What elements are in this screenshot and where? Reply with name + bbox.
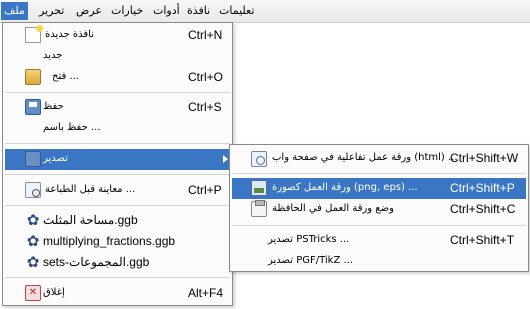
shortcut-label: Ctrl+N bbox=[188, 28, 223, 42]
menu-item-export-pgf-tikz[interactable]: تصدير PGF/TikZ ... bbox=[232, 251, 526, 272]
shortcut-label: Alt+F4 bbox=[188, 286, 224, 300]
menu-item-label: تصدير bbox=[43, 153, 69, 164]
menu-separator bbox=[5, 277, 230, 278]
open-folder-icon bbox=[25, 69, 41, 85]
menu-separator bbox=[5, 205, 230, 206]
menu-bar: ملف تحرير عرض خيارات أدوات نافذة تعليمات bbox=[0, 0, 530, 23]
new-window-icon bbox=[25, 25, 43, 43]
menu-item-label: sets-المجموعات.ggb bbox=[43, 255, 150, 269]
menu-item-label: معاينة قبل الطباعة ... bbox=[45, 184, 136, 195]
menu-item-close[interactable]: ✕ إغلاق Alt+F4 bbox=[5, 283, 230, 304]
menu-help[interactable]: تعليمات bbox=[216, 2, 257, 20]
menu-item-label: وضع ورقة العمل في الحافظة bbox=[272, 203, 394, 214]
menu-file[interactable]: ملف bbox=[1, 2, 28, 20]
menu-separator bbox=[5, 174, 230, 175]
menu-item-copy-clipboard[interactable]: وضع ورقة العمل في الحافظة Ctrl+Shift+C bbox=[232, 199, 526, 220]
menu-separator bbox=[5, 92, 230, 93]
menu-item-print-preview[interactable]: معاينة قبل الطباعة ... Ctrl+P bbox=[5, 180, 230, 201]
shortcut-label: Ctrl+Shift+P bbox=[450, 181, 515, 195]
menu-item-open[interactable]: فتح ... Ctrl+O bbox=[5, 67, 230, 88]
menu-item-label: multiplying_fractions.ggb bbox=[43, 234, 176, 248]
menu-item-label: تصدير PGF/TikZ ... bbox=[268, 255, 354, 266]
save-icon bbox=[25, 99, 41, 115]
print-preview-icon bbox=[25, 182, 41, 198]
menu-separator bbox=[232, 225, 526, 226]
geogebra-file-icon: ✿ bbox=[26, 211, 40, 229]
menu-item-export-image[interactable]: ورقة العمل كصورة (png, eps) ... Ctrl+Shi… bbox=[232, 178, 526, 199]
menu-item-label: حفظ bbox=[43, 101, 64, 112]
geogebra-file-icon: ✿ bbox=[26, 253, 40, 271]
shortcut-label: Ctrl+Shift+C bbox=[450, 202, 516, 216]
menu-item-recent-file[interactable]: ✿ مساحة المثلث.ggb bbox=[5, 210, 230, 231]
menu-view[interactable]: عرض bbox=[73, 2, 105, 20]
menu-item-label: تصدير PSTricks ... bbox=[268, 234, 350, 245]
menu-item-label: إغلاق bbox=[43, 287, 65, 298]
submenu-arrow-icon bbox=[223, 155, 228, 163]
web-page-icon bbox=[251, 151, 267, 167]
menu-item-export-html[interactable]: ورقة عمل تفاعلية في صفحة واب (html) ... … bbox=[232, 148, 526, 169]
shortcut-label: Ctrl+Shift+T bbox=[450, 233, 515, 247]
geogebra-file-icon: ✿ bbox=[26, 232, 40, 250]
menu-edit[interactable]: تحرير bbox=[36, 2, 67, 20]
menu-item-save-as[interactable]: حفظ باسم ... bbox=[5, 118, 230, 139]
shortcut-label: Ctrl+Shift+W bbox=[450, 151, 519, 165]
menu-item-new[interactable]: جديد bbox=[5, 46, 230, 67]
menu-item-label: ورقة عمل تفاعلية في صفحة واب (html) ... bbox=[272, 152, 458, 163]
clipboard-icon bbox=[251, 200, 267, 217]
menu-window[interactable]: نافذة bbox=[184, 2, 213, 20]
menu-item-recent-file[interactable]: ✿ multiplying_fractions.ggb bbox=[5, 231, 230, 252]
menu-options[interactable]: خيارات bbox=[108, 2, 146, 20]
menu-separator bbox=[232, 173, 526, 174]
menu-item-label: ورقة العمل كصورة (png, eps) ... bbox=[272, 182, 418, 193]
shortcut-label: Ctrl+O bbox=[188, 70, 224, 84]
menu-tools[interactable]: أدوات bbox=[150, 2, 183, 20]
menu-item-label: جديد bbox=[43, 50, 63, 61]
shortcut-label: Ctrl+P bbox=[188, 183, 222, 197]
menu-separator bbox=[5, 143, 230, 144]
menu-item-label: فتح ... bbox=[52, 71, 79, 82]
menu-item-label: نافذة جديدة bbox=[45, 29, 94, 40]
menu-item-recent-file[interactable]: ✿ sets-المجموعات.ggb bbox=[5, 252, 230, 273]
menu-item-new-window[interactable]: نافذة جديدة Ctrl+N bbox=[5, 25, 230, 46]
close-icon: ✕ bbox=[25, 285, 41, 301]
menu-item-label: حفظ باسم ... bbox=[43, 122, 101, 133]
menu-item-export[interactable]: تصدير bbox=[5, 149, 230, 170]
menu-item-export-pstricks[interactable]: تصدير PSTricks ... Ctrl+Shift+T bbox=[232, 230, 526, 251]
menu-item-save[interactable]: حفظ Ctrl+S bbox=[5, 97, 230, 118]
shortcut-label: Ctrl+S bbox=[188, 100, 222, 114]
file-menu: نافذة جديدة Ctrl+N جديد فتح ... Ctrl+O ح… bbox=[2, 22, 233, 306]
export-icon bbox=[25, 151, 41, 167]
image-icon bbox=[251, 180, 267, 196]
menu-item-label: مساحة المثلث.ggb bbox=[43, 213, 138, 227]
export-submenu: ورقة عمل تفاعلية في صفحة واب (html) ... … bbox=[229, 144, 529, 272]
